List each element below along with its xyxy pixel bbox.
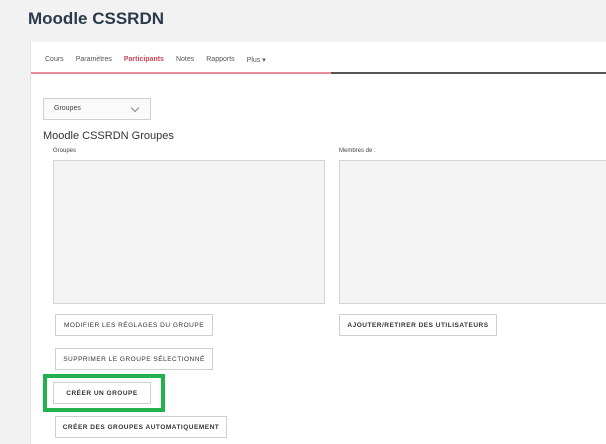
groups-list-label: Groupes [53, 148, 77, 154]
edit-group-button[interactable]: MODIFIER LES RÉGLAGES DU GROUPE [55, 314, 213, 336]
tab-participants[interactable]: Participants [124, 56, 164, 64]
add-remove-users-button[interactable]: AJOUTER/RETIRER DES UTILISATEURS [339, 314, 497, 336]
delete-group-button[interactable]: SUPPRIMER LE GROUPE SÉLECTIONNÉ [55, 348, 213, 370]
group-view-select-value: Groupes [54, 105, 81, 112]
tab-plus-menu[interactable]: Plus ▾ [247, 56, 266, 64]
tab-underline-active [31, 72, 331, 74]
tab-notes[interactable]: Notes [176, 56, 194, 64]
course-title: Moodle CSSRDN [28, 9, 164, 28]
course-tabs: Cours Paramètres Participants Notes Rapp… [45, 56, 266, 64]
create-group-highlight [43, 374, 165, 412]
tab-parametres[interactable]: Paramètres [76, 56, 112, 64]
course-card: Cours Paramètres Participants Notes Rapp… [30, 42, 606, 444]
page-title: Moodle CSSRDN Groupes [43, 130, 174, 142]
tab-rapports[interactable]: Rapports [206, 56, 234, 64]
chevron-down-icon [130, 103, 140, 113]
tab-underline [331, 72, 606, 74]
members-listbox[interactable] [339, 160, 606, 304]
groups-listbox[interactable] [53, 160, 325, 304]
members-list-label: Membres de : [339, 148, 376, 154]
auto-create-groups-button[interactable]: CRÉER DES GROUPES AUTOMATIQUEMENT [55, 416, 227, 438]
tab-cours[interactable]: Cours [45, 56, 64, 64]
group-view-select[interactable]: Groupes [43, 98, 151, 120]
